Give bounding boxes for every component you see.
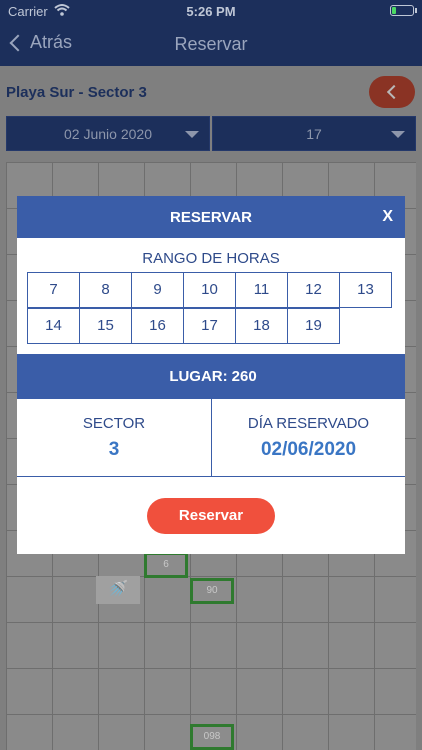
reserve-button[interactable]: Reservar (147, 498, 275, 534)
hour-dropdown-value: 17 (306, 126, 322, 142)
reserved-day-label: DÍA RESERVADO (247, 415, 370, 432)
sector-label: SECTOR (82, 415, 146, 432)
hour-option[interactable]: 13 (339, 272, 392, 308)
reserved-day-info: DÍA RESERVADO 02/06/2020 (211, 399, 405, 476)
hour-option[interactable]: 9 (131, 272, 184, 308)
filter-dropdowns: 02 Junio 2020 17 (0, 116, 422, 152)
nav-bar: Atrás Reservar (0, 22, 422, 66)
modal-title: RESERVAR (170, 209, 252, 226)
reservation-modal: RESERVAR X RANGO DE HORAS 7 8 9 10 11 12… (17, 196, 405, 554)
caret-down-icon (185, 131, 199, 138)
sector-info: SECTOR 3 (17, 399, 211, 476)
place-header: Playa Sur - Sector 3 (0, 66, 422, 116)
hour-option[interactable]: 17 (183, 308, 236, 344)
battery-icon (390, 5, 414, 16)
reservation-details: SECTOR 3 DÍA RESERVADO 02/06/2020 (17, 399, 405, 477)
battery-cap (415, 8, 417, 13)
hour-option[interactable]: 7 (27, 272, 80, 308)
nav-title: Reservar (174, 34, 248, 54)
hour-option[interactable]: 16 (131, 308, 184, 344)
clock: 5:26 PM (186, 4, 236, 19)
shower-icon: 🚿 (96, 576, 140, 604)
hour-option[interactable]: 14 (27, 308, 80, 344)
date-dropdown[interactable]: 02 Junio 2020 (6, 116, 210, 151)
close-button[interactable]: X (382, 208, 393, 226)
reserved-day-value: 02/06/2020 (260, 439, 357, 460)
round-back-button[interactable] (369, 76, 415, 108)
hour-option[interactable]: 8 (79, 272, 132, 308)
hour-option[interactable]: 15 (79, 308, 132, 344)
modal-header: RESERVAR X (17, 196, 405, 238)
place-number-text: LUGAR: 260 (17, 368, 405, 385)
map-spot[interactable]: 098 (190, 724, 234, 750)
sector-value: 3 (108, 439, 120, 460)
hour-option[interactable]: 12 (287, 272, 340, 308)
place-number-value: 260 (231, 368, 257, 385)
hour-option[interactable]: 11 (235, 272, 288, 308)
status-bar: Carrier 5:26 PM (0, 0, 422, 22)
hour-option[interactable]: 19 (287, 308, 340, 344)
map-spot[interactable]: 6 (144, 552, 188, 578)
caret-down-icon (391, 131, 405, 138)
hour-range-label: RANGO DE HORAS (142, 250, 280, 267)
map-spot[interactable]: 90 (190, 578, 234, 604)
date-dropdown-value: 02 Junio 2020 (64, 126, 152, 142)
place-number-bar: LUGAR: 260 (17, 354, 405, 399)
place-title: Playa Sur - Sector 3 (6, 84, 147, 101)
place-number-label: LUGAR: (169, 368, 228, 385)
hour-option[interactable]: 18 (235, 308, 288, 344)
hour-dropdown[interactable]: 17 (212, 116, 416, 151)
hour-option[interactable]: 10 (183, 272, 236, 308)
